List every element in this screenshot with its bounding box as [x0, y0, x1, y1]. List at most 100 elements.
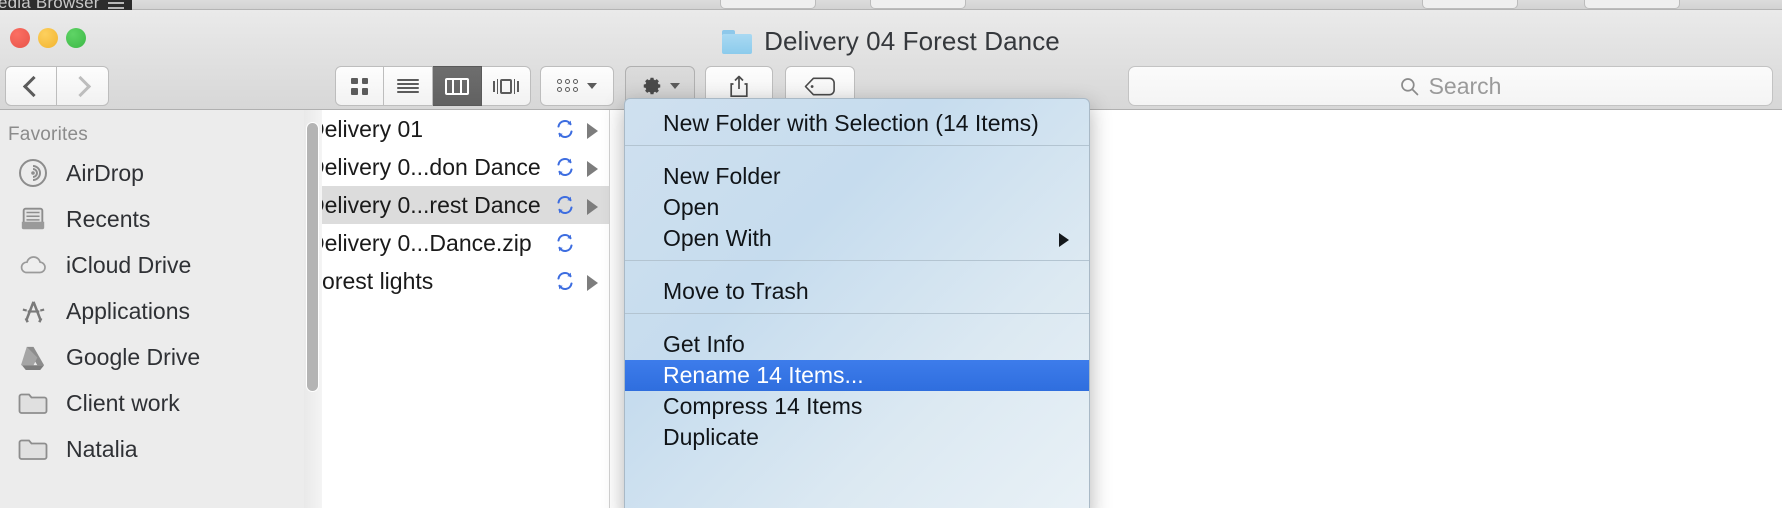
- menu-item-open-with[interactable]: Open With: [625, 223, 1089, 254]
- file-name: Delivery 01: [322, 115, 424, 142]
- recents-icon: [18, 204, 48, 234]
- background-window-sheet: [132, 0, 1782, 10]
- file-row[interactable]: Delivery 01: [322, 110, 609, 148]
- column-view-button[interactable]: [433, 66, 482, 106]
- background-pill-3: [1422, 0, 1518, 9]
- menu-item-compress-14-items[interactable]: Compress 14 Items: [625, 391, 1089, 422]
- menu-item-label: Open: [663, 194, 720, 220]
- menu-item-new-folder[interactable]: New Folder: [625, 161, 1089, 192]
- menu-item-move-to-trash[interactable]: Move to Trash: [625, 276, 1089, 307]
- gallery-icon: [493, 78, 519, 95]
- page-title: Delivery 04 Forest Dance: [764, 26, 1060, 56]
- file-row[interactable]: Delivery 0...Dance.zip: [322, 224, 609, 262]
- menu-item-label: Rename 14 Items...: [663, 362, 864, 388]
- list-view-button[interactable]: [384, 66, 433, 106]
- menu-item-open[interactable]: Open: [625, 192, 1089, 223]
- sidebar-item-google-drive[interactable]: Google Drive: [0, 334, 305, 380]
- disclosure-triangle-icon[interactable]: [587, 199, 598, 215]
- back-button[interactable]: [5, 66, 57, 106]
- finder-window: Delivery 04 Forest Dance Search Favorite…: [0, 10, 1782, 508]
- menu-item-get-info[interactable]: Get Info: [625, 329, 1089, 360]
- zoom-button[interactable]: [66, 28, 86, 48]
- share-icon: [730, 75, 748, 97]
- folder-icon: [722, 29, 753, 54]
- list-icon: [397, 78, 419, 94]
- grid-icon: [351, 77, 368, 95]
- file-column: Delivery 01 Delivery 0...don Dance Deliver…: [322, 110, 610, 508]
- menu-spacer: [625, 152, 1089, 161]
- gear-icon: [643, 77, 660, 95]
- sidebar-item-label: Recents: [66, 205, 151, 232]
- menu-spacer: [625, 267, 1089, 276]
- sync-status-icon: [554, 232, 576, 254]
- background-pill-4: [1584, 0, 1680, 9]
- file-row[interactable]: Delivery 0...rest Dance: [322, 186, 609, 224]
- finder-toolbar: Delivery 04 Forest Dance Search: [0, 10, 1782, 110]
- sidebar-item-natalia[interactable]: Natalia: [0, 426, 305, 472]
- sidebar-item-recents[interactable]: Recents: [0, 196, 305, 242]
- sidebar-list: AirDrop Recents iCloud Drive Applications Go…: [0, 150, 305, 472]
- sidebar-item-applications[interactable]: Applications: [0, 288, 305, 334]
- sidebar-item-label: Applications: [66, 297, 191, 324]
- disclosure-triangle-icon[interactable]: [587, 161, 598, 177]
- disclosure-triangle-icon[interactable]: [587, 275, 598, 291]
- sync-status-icon: [554, 194, 576, 216]
- sidebar-item-airdrop[interactable]: AirDrop: [0, 150, 305, 196]
- background-pill-2: [870, 0, 966, 9]
- file-row[interactable]: Forest lights: [322, 262, 609, 300]
- folder-icon: [18, 388, 48, 418]
- search-field[interactable]: Search: [1128, 66, 1773, 106]
- gallery-view-button[interactable]: [482, 66, 531, 106]
- file-name: Delivery 0...rest Dance: [322, 191, 541, 218]
- menu-spacer: [625, 320, 1089, 329]
- tag-icon: [804, 77, 835, 95]
- background-app-title: edia Browser: [0, 0, 100, 12]
- forward-button[interactable]: [57, 66, 109, 106]
- arrange-by-button[interactable]: [540, 66, 614, 106]
- menu-separator: [625, 313, 1089, 314]
- submenu-arrow-icon: [1059, 233, 1069, 247]
- sidebar-item-label: Client work: [66, 389, 180, 416]
- menu-top-spacer: [625, 99, 1089, 108]
- menu-item-label: Get Info: [663, 331, 745, 357]
- columns-icon: [445, 77, 469, 95]
- chevron-down-icon: [669, 83, 680, 89]
- sidebar-item-label: iCloud Drive: [66, 251, 192, 278]
- chevron-right-icon: [69, 75, 91, 97]
- minimize-button[interactable]: [38, 28, 58, 48]
- navigation-buttons: [5, 66, 109, 106]
- google-drive-icon: [18, 342, 48, 372]
- folder-icon: [18, 434, 48, 464]
- sidebar-item-icloud-drive[interactable]: iCloud Drive: [0, 242, 305, 288]
- column-scrollbar[interactable]: [306, 122, 319, 392]
- sidebar-item-client-work[interactable]: Client work: [0, 380, 305, 426]
- file-row[interactable]: Delivery 0...don Dance: [322, 148, 609, 186]
- chevron-left-icon: [22, 75, 45, 97]
- action-context-menu: New Folder with Selection (14 Items) New …: [624, 98, 1090, 508]
- file-name: Delivery 0...Dance.zip: [322, 229, 532, 256]
- finder-screen: edia Browser Delivery 04 Forest Dance Se…: [0, 0, 1782, 508]
- menu-item-label: Open With: [663, 225, 772, 251]
- file-name: Forest lights: [322, 267, 434, 294]
- background-pill-1: [720, 0, 816, 9]
- icon-view-button[interactable]: [335, 66, 384, 106]
- menu-item-rename-14-items[interactable]: Rename 14 Items...: [625, 360, 1089, 391]
- search-placeholder: Search: [1428, 72, 1502, 99]
- menu-separator: [625, 260, 1089, 261]
- menu-item-duplicate[interactable]: Duplicate: [625, 422, 1089, 453]
- airdrop-icon: [18, 158, 48, 188]
- menu-item-label: Duplicate: [663, 424, 759, 450]
- sync-status-icon: [554, 118, 576, 140]
- sidebar-item-label: Natalia: [66, 435, 138, 462]
- sync-status-icon: [554, 270, 576, 292]
- sidebar-section-favorites: Favorites: [8, 124, 88, 145]
- menu-item-label: Move to Trash: [663, 278, 809, 304]
- disclosure-triangle-icon[interactable]: [587, 123, 598, 139]
- menu-separator: [625, 145, 1089, 146]
- sync-status-icon: [554, 156, 576, 178]
- menu-item-new-folder-with-selection-14-items[interactable]: New Folder with Selection (14 Items): [625, 108, 1089, 139]
- close-button[interactable]: [10, 28, 30, 48]
- cloud-icon: [18, 250, 48, 280]
- search-icon: [1400, 77, 1418, 95]
- sidebar-item-label: AirDrop: [66, 159, 144, 186]
